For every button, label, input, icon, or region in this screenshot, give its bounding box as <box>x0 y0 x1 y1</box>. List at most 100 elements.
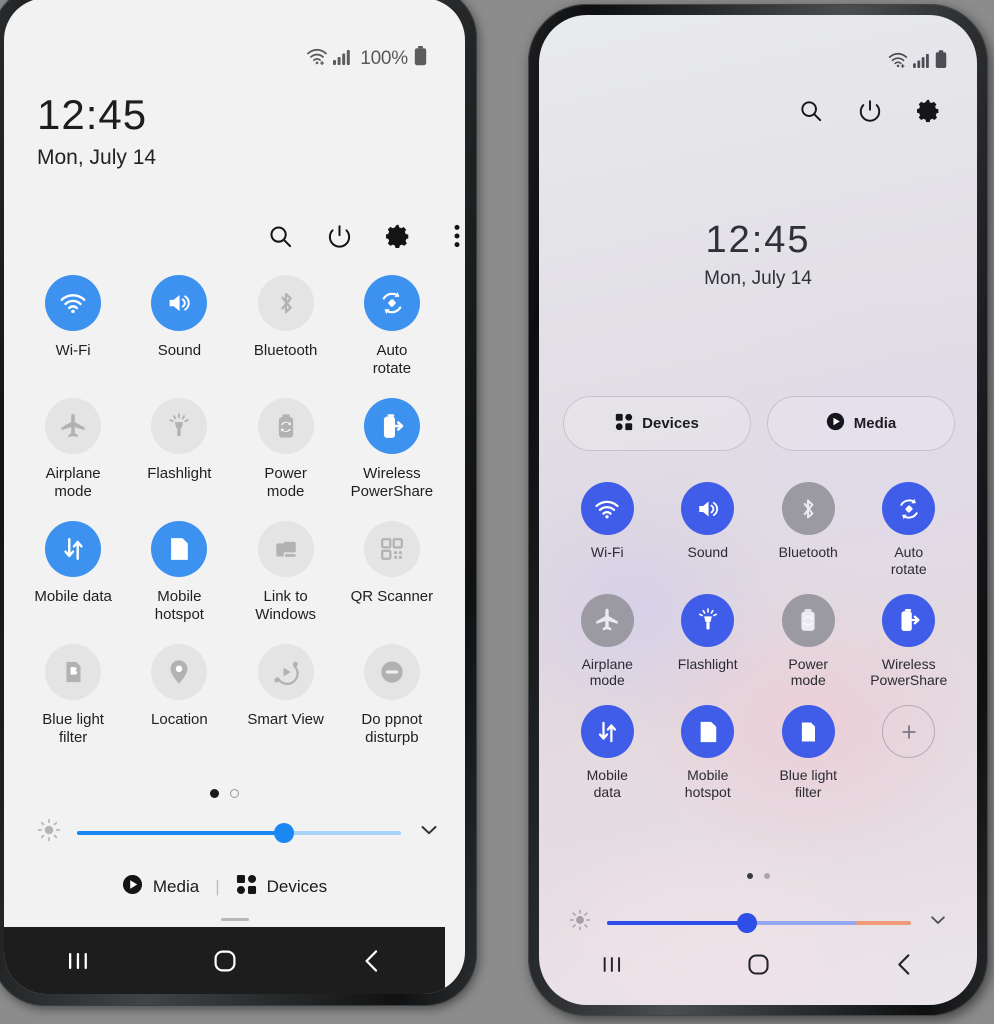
tile-wireless-powershare[interactable]: Wireless PowerShare <box>339 398 445 501</box>
home-icon[interactable] <box>193 941 257 981</box>
tile-flashlight[interactable]: Flashlight <box>126 398 232 501</box>
power-mode-icon <box>257 398 314 454</box>
play-circle-icon <box>826 412 845 435</box>
tile-wireless-powershare[interactable]: Wireless PowerShare <box>859 593 960 690</box>
drag-handle[interactable] <box>220 918 249 921</box>
tile-label: Mobile data <box>34 588 112 605</box>
sound-icon <box>151 275 208 331</box>
recents-icon[interactable] <box>580 944 644 984</box>
tile-label: Airplane mode <box>45 465 101 500</box>
tile-label: Location <box>151 711 208 728</box>
brightness-slider-left[interactable] <box>37 818 441 847</box>
tile-airplane-mode[interactable]: Airplane mode <box>20 398 126 501</box>
search-icon[interactable] <box>266 222 294 250</box>
tile-wi-fi[interactable]: Wi-Fi <box>557 482 658 578</box>
tile-label: Flashlight <box>147 465 212 482</box>
tile-sound[interactable]: Sound <box>658 482 759 578</box>
tile-do-ppnot-disturpb[interactable]: Do ppnot disturpb <box>339 644 445 747</box>
devices-pill-button[interactable]: Devices <box>563 396 751 451</box>
gear-icon[interactable] <box>384 222 412 250</box>
chevron-down-icon[interactable] <box>417 818 441 847</box>
tile-bluetooth[interactable]: Bluetooth <box>233 275 339 378</box>
gear-icon[interactable] <box>915 97 943 125</box>
media-label: Media <box>152 877 200 896</box>
pill-row: Devices Media <box>563 396 955 451</box>
tile-label: Bluetooth <box>778 544 838 560</box>
tile-label: Bluetooth <box>253 342 318 359</box>
page-dot[interactable] <box>210 789 219 798</box>
wifi-icon <box>45 275 102 331</box>
tile-bluetooth[interactable]: Bluetooth <box>758 482 859 578</box>
smart-view-icon <box>257 644 314 700</box>
tile-label: Smart View <box>247 711 324 728</box>
page-dot[interactable] <box>230 789 239 798</box>
power-icon[interactable] <box>325 222 353 250</box>
devices-grid-icon <box>236 874 257 900</box>
tile-link-to-windows[interactable]: Link to Windows <box>233 521 339 624</box>
tile-label: Blue light filter <box>42 711 104 746</box>
tile-auto-rotate[interactable]: Auto rotate <box>859 482 960 578</box>
page-indicator-right[interactable] <box>539 873 977 879</box>
media-pill-button[interactable]: Media <box>767 396 955 451</box>
auto-rotate-icon <box>882 482 936 535</box>
back-icon[interactable] <box>872 944 936 984</box>
tile-power-mode[interactable]: Power mode <box>233 398 339 501</box>
brightness-track[interactable] <box>607 912 911 933</box>
tile-flashlight[interactable]: Flashlight <box>658 593 759 690</box>
brightness-fill <box>607 920 747 925</box>
brightness-slider-right[interactable] <box>569 909 949 936</box>
tile-qr-scanner[interactable]: QR Scanner <box>339 521 445 624</box>
header-icon-row-right <box>797 97 977 125</box>
search-icon[interactable] <box>797 97 825 125</box>
mobile-data-icon <box>580 705 634 759</box>
page-dot[interactable] <box>746 873 753 879</box>
navigation-bar-left <box>4 927 445 994</box>
tile-add-button[interactable] <box>859 705 960 801</box>
tile-airplane-mode[interactable]: Airplane mode <box>557 593 658 690</box>
recents-icon[interactable] <box>46 941 110 981</box>
media-pill-label: Media <box>853 415 897 432</box>
tile-power-mode[interactable]: Power mode <box>758 593 859 690</box>
tile-wi-fi[interactable]: Wi-Fi <box>20 275 126 378</box>
navigation-bar-right <box>539 933 977 995</box>
tile-label: Blue light filter <box>779 767 838 800</box>
chevron-down-icon[interactable] <box>927 909 949 936</box>
power-icon[interactable] <box>856 97 884 125</box>
more-vertical-icon[interactable] <box>974 97 977 125</box>
tile-mobile-data[interactable]: Mobile data <box>20 521 126 624</box>
devices-button[interactable]: Devices <box>236 874 327 900</box>
tile-mobile-hotspot[interactable]: Mobile hotspot <box>126 521 232 624</box>
quick-settings-grid-left: Wi-Fi Sound Bluetooth Auto rotate Airplane m… <box>20 275 445 747</box>
screenshot-canvas: 100% 12:45 Mon, July 14 Wi-Fi Sound Blue… <box>0 0 994 1024</box>
page-dot[interactable] <box>763 873 770 879</box>
airplane-icon <box>580 593 634 647</box>
phone-device-left: 100% 12:45 Mon, July 14 Wi-Fi Sound Blue… <box>0 0 477 1006</box>
brightness-knob[interactable] <box>736 912 757 933</box>
tile-blue-light-filter[interactable]: Blue light filter <box>20 644 126 747</box>
tile-auto-rotate[interactable]: Auto rotate <box>339 275 445 378</box>
home-icon[interactable] <box>726 944 790 984</box>
brightness-track[interactable] <box>77 822 401 843</box>
brightness-knob[interactable] <box>274 822 295 843</box>
tile-label: Wireless PowerShare <box>350 465 434 500</box>
media-button[interactable]: Media <box>122 874 199 900</box>
tile-sound[interactable]: Sound <box>126 275 232 378</box>
tile-label: Wi-Fi <box>590 544 624 560</box>
tile-label: Mobile data <box>586 767 628 800</box>
tile-mobile-hotspot[interactable]: Mobile hotspot <box>658 705 759 801</box>
page-indicator-left[interactable] <box>4 789 445 798</box>
add-tile-icon <box>882 705 936 759</box>
tile-location[interactable]: Location <box>126 644 232 747</box>
tile-smart-view[interactable]: Smart View <box>233 644 339 747</box>
back-icon[interactable] <box>340 941 404 981</box>
tile-label: Sound <box>157 342 202 359</box>
tile-label: Power mode <box>788 655 829 689</box>
more-vertical-icon[interactable] <box>443 222 465 250</box>
wifi-icon <box>888 51 908 73</box>
tile-blue-light-filter[interactable]: Blue light filter <box>758 705 859 801</box>
tile-mobile-data[interactable]: Mobile data <box>557 705 658 801</box>
blue-light-icon <box>781 705 835 759</box>
wifi-icon <box>580 482 634 535</box>
mobile-hotspot-icon <box>151 521 208 577</box>
link-to-windows-icon <box>257 521 314 577</box>
